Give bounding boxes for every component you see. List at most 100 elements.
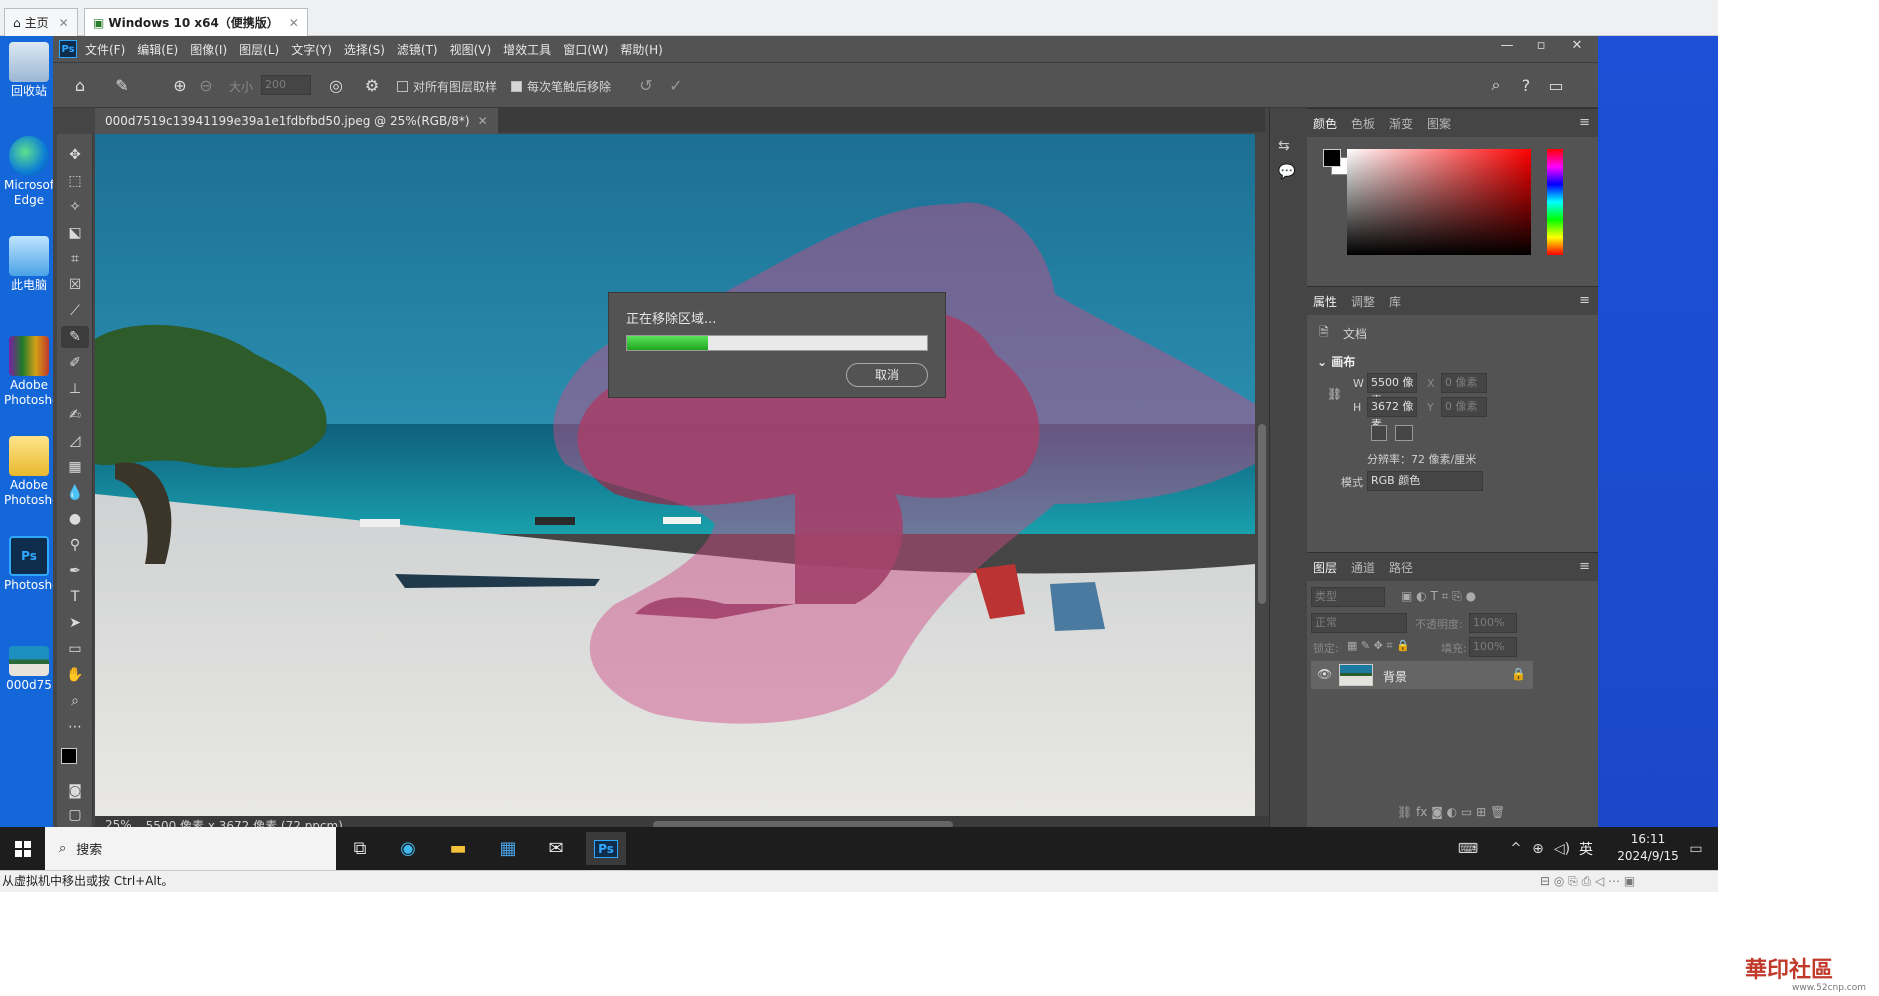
canvas-section-header[interactable]: ⌄ 画布 [1317,353,1355,370]
tab-gradients[interactable]: 渐变 [1389,115,1413,132]
close-icon[interactable]: ✕ [289,16,299,30]
dodge-tool-icon[interactable]: ● [61,508,89,530]
gear-icon[interactable]: ⚙ [359,72,385,98]
eyedropper-tool-icon[interactable]: ⟋ [61,300,89,322]
layer-row[interactable]: 👁 背景 🔒 [1311,661,1533,689]
type-tool-icon[interactable]: T [61,586,89,608]
desktop-icon-edge[interactable]: Microsoft Edge [4,136,59,208]
link-icon[interactable]: ⛓ [1327,387,1342,401]
desktop-icon-photoshop-archive[interactable]: Adobe Photoshop [4,336,67,408]
notification-icon[interactable]: ▭ [1676,832,1716,865]
menu-select[interactable]: 选择(S) [344,41,385,58]
tab-color[interactable]: 颜色 [1313,115,1337,132]
rectangle-tool-icon[interactable]: ▭ [61,638,89,660]
fill-field[interactable]: 100% [1469,637,1517,657]
menu-type[interactable]: 文字(Y) [291,41,332,58]
crop-tool-icon[interactable]: ⌗ [61,248,89,270]
taskbar-search[interactable]: ⌕ 搜索 [45,827,336,870]
undo-icon[interactable]: ↺ [633,72,659,98]
sample-all-layers-checkbox[interactable]: 对所有图层取样 [397,78,497,95]
move-tool-icon[interactable]: ✥ [61,144,89,166]
remove-tool-preset-icon[interactable]: ✎ [109,72,135,98]
panel-menu-icon[interactable]: ≡ [1579,115,1590,130]
add-mode-icon[interactable]: ⊕ [167,72,193,98]
file-explorer-icon[interactable]: ▬ [438,832,478,865]
menu-plugins[interactable]: 增效工具 [503,41,551,58]
close-icon[interactable]: ✕ [59,16,69,30]
menu-edit[interactable]: 编辑(E) [137,41,178,58]
layer-action-icons[interactable]: ⛓ fx ◙ ◐ ▭ ⊞ 🗑 [1397,805,1505,819]
tab-adjustments[interactable]: 调整 [1351,293,1375,310]
desktop-icon-this-pc[interactable]: 此电脑 [4,236,54,293]
blur-tool-icon[interactable]: 💧 [61,482,89,504]
lasso-tool-icon[interactable]: ✧ [61,196,89,218]
minimize-icon[interactable]: — [1493,38,1521,58]
menu-view[interactable]: 视图(V) [450,41,492,58]
desktop-icon-photoshop[interactable]: Ps Photoshop [4,536,67,593]
remove-after-stroke-checkbox[interactable]: 每次笔触后移除 [511,78,611,95]
eraser-tool-icon[interactable]: ◿ [61,430,89,452]
close-icon[interactable]: ✕ [478,114,488,128]
mail-icon[interactable]: ✉ [536,832,576,865]
color-field[interactable] [1347,149,1531,255]
tab-channels[interactable]: 通道 [1351,559,1375,576]
commit-check-icon[interactable]: ✓ [663,72,689,98]
subtract-mode-icon[interactable]: ⊖ [193,72,219,98]
scrollbar-thumb[interactable] [1258,424,1266,604]
layer-filter-icons[interactable]: ▣ ◐ T ⌗ ⎘ ● [1401,589,1476,604]
x-field[interactable]: 0 像素 [1441,373,1487,393]
home-icon[interactable]: ⌂ [67,72,93,98]
photoshop-taskbar-icon[interactable]: Ps [586,832,626,865]
cancel-button[interactable]: 取消 [846,363,928,387]
portrait-orientation-icon[interactable] [1371,425,1387,441]
tab-libraries[interactable]: 库 [1389,293,1401,310]
desktop-icon-recycle-bin[interactable]: 回收站 [4,42,54,99]
tab-properties[interactable]: 属性 [1313,293,1337,310]
width-field[interactable]: 5500 像素 [1367,373,1417,407]
menu-filter[interactable]: 滤镜(T) [397,41,438,58]
history-panel-icon[interactable]: ⇆ [1278,138,1290,154]
desktop-icon-image[interactable]: 000d75 [4,646,54,693]
menu-help[interactable]: 帮助(H) [620,41,662,58]
smudge-tool-icon[interactable]: ⚲ [61,534,89,556]
pen-tool-icon[interactable]: ✒ [61,560,89,582]
close-icon[interactable]: ✕ [1563,38,1591,58]
height-field[interactable]: 3672 像素 [1367,397,1417,431]
vm-home-tab[interactable]: ⌂ 主页 ✕ [4,8,78,36]
more-tools-icon[interactable]: ⋯ [61,716,89,738]
keyboard-icon[interactable]: ⌨ [1448,832,1488,865]
edge-icon[interactable]: ◉ [388,832,428,865]
screen-mode-icon[interactable]: ▢ [61,804,89,826]
mode-select[interactable]: RGB 颜色 [1367,471,1483,491]
marquee-tool-icon[interactable]: ⬚ [61,170,89,192]
tab-paths[interactable]: 路径 [1389,559,1413,576]
store-icon[interactable]: ▦ [488,832,528,865]
comments-panel-icon[interactable]: 💬 [1278,164,1295,180]
foreground-color-swatch[interactable] [61,748,77,764]
remove-tool-icon[interactable]: ✎ [61,326,89,348]
frame-tool-icon[interactable]: ☒ [61,274,89,296]
document-tab[interactable]: 000d7519c13941199e39a1e1fdbfbd50.jpeg @ … [95,108,498,134]
maximize-icon[interactable]: ▫ [1527,38,1555,58]
vm-device-icons[interactable]: ⊟ ◎ ⎘ ⎙ ◁ ⋯ ▣ [1540,871,1635,892]
menu-image[interactable]: 图像(I) [190,41,227,58]
lock-icons[interactable]: ▦ ✎ ✥ ⌗ 🔒 [1347,639,1410,653]
workspace-icon[interactable]: ▭ [1543,72,1569,98]
quick-mask-icon[interactable]: ◙ [61,780,89,802]
size-input[interactable]: 200 [261,75,311,95]
history-brush-tool-icon[interactable]: ✍ [61,404,89,426]
menu-layer[interactable]: 图层(L) [239,41,279,58]
tab-swatches[interactable]: 色板 [1351,115,1375,132]
zoom-tool-icon[interactable]: ⌕ [61,690,89,712]
eye-icon[interactable]: 👁 [1317,667,1332,681]
menu-window[interactable]: 窗口(W) [563,41,608,58]
pressure-icon[interactable]: ◎ [323,72,349,98]
gradient-tool-icon[interactable]: ▦ [61,456,89,478]
y-field[interactable]: 0 像素 [1441,397,1487,417]
tab-patterns[interactable]: 图案 [1427,115,1451,132]
tab-layers[interactable]: 图层 [1313,559,1337,576]
hue-slider[interactable] [1547,149,1563,255]
vm-machine-tab[interactable]: ▣ Windows 10 x64（便携版） ✕ [84,8,308,36]
layer-filter-select[interactable]: 类型 [1311,587,1385,607]
blend-mode-select[interactable]: 正常 [1311,613,1407,633]
